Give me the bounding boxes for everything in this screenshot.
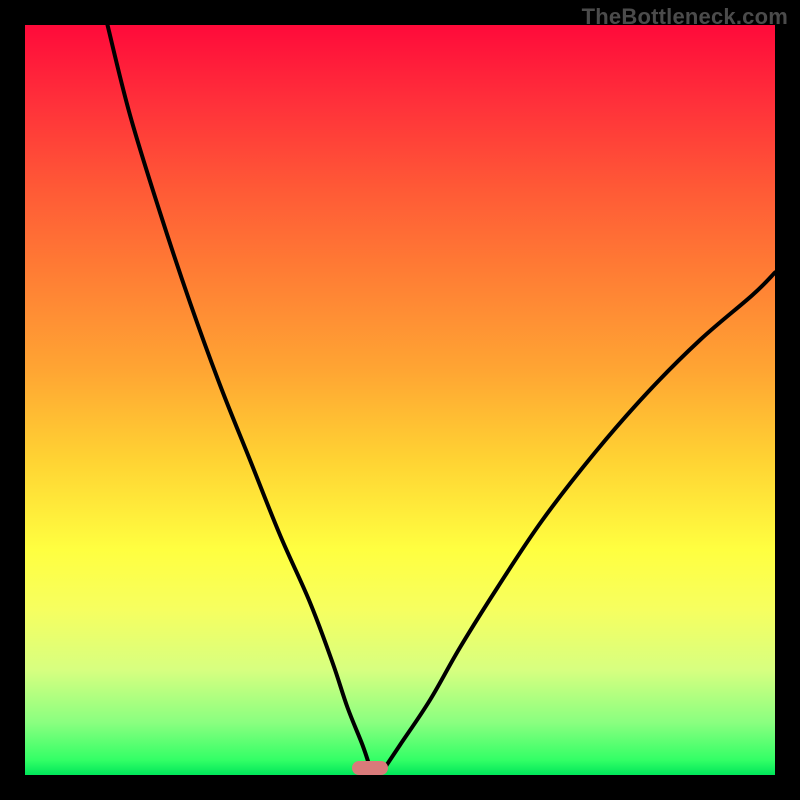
curve-left-branch <box>108 25 371 768</box>
curve-right-branch <box>385 273 775 768</box>
bottleneck-curve <box>25 25 775 775</box>
min-marker <box>352 761 388 775</box>
chart-frame: TheBottleneck.com <box>0 0 800 800</box>
plot-area <box>25 25 775 775</box>
